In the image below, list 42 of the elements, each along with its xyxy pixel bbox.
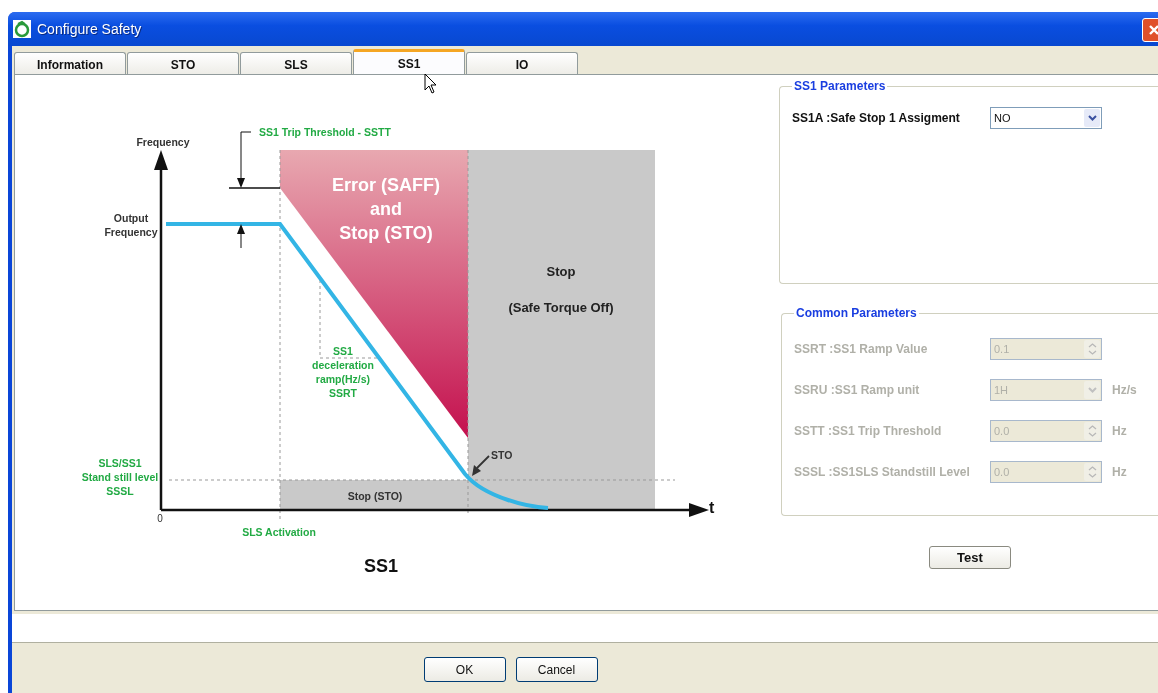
field-label: SSRU :SS1 Ramp unit [794, 382, 921, 397]
activation-label: SLS Activation [242, 526, 316, 538]
diagram-title: SS1 [364, 556, 398, 576]
ramp-label: SS1 deceleration ramp(Hz/s) SSRT [312, 345, 374, 399]
close-icon [1147, 23, 1158, 37]
unit-label: Hz [1112, 464, 1127, 479]
unit-label: Hz/s [1112, 382, 1137, 397]
tab[interactable]: SS1 [353, 49, 465, 76]
field-label: SSTT :SS1 Trip Threshold [794, 423, 943, 438]
group-title: Common Parameters [795, 306, 918, 320]
error-zone-label: Error (SAFF) and Stop (STO) [332, 175, 440, 243]
stop-band-label: Stop (STO) [347, 490, 403, 502]
unit-label: Hz [1112, 423, 1127, 438]
ok-button[interactable]: OK [423, 657, 506, 682]
field-label: SSSL :SS1SLS Standstill Level [794, 464, 971, 479]
axis-label: Frequency [136, 136, 190, 148]
threshold-arrow [237, 224, 245, 249]
group-title: SS1 Parameters [793, 79, 887, 93]
field-label: SS1A :Safe Stop 1 Assigment [792, 111, 961, 125]
spinner-icon [1084, 339, 1100, 358]
sto-pointer-arrow [472, 455, 490, 476]
spinner-icon [1084, 462, 1100, 481]
tab[interactable]: STO [127, 52, 239, 76]
threshold-label: SS1 Trip Threshold - SSTT [259, 126, 391, 138]
tab[interactable]: Information [14, 52, 126, 76]
dropdown[interactable]: NO [990, 107, 1102, 129]
app-icon [13, 20, 31, 38]
cancel-button[interactable]: Cancel [515, 657, 598, 682]
tab[interactable]: IO [466, 52, 578, 76]
stop-zone-label: Stop (Safe Torque Off) [508, 264, 614, 315]
spinner-icon [1084, 421, 1100, 440]
sto-label: STO [491, 449, 513, 461]
test-button[interactable]: Test [929, 546, 1011, 569]
field-label: SSRT :SS1 Ramp Value [794, 341, 929, 356]
standstill-label: SLS/SS1 Stand still level SSSL [81, 457, 159, 497]
threshold-line [228, 187, 281, 189]
origin-label: 0 [157, 513, 163, 524]
axis-label: t [709, 499, 715, 516]
window-title: Configure Safety [37, 21, 142, 37]
tab[interactable]: SLS [240, 52, 352, 76]
threshold-arrow [237, 131, 252, 188]
output-frequency-label: Output Frequency [104, 212, 158, 238]
